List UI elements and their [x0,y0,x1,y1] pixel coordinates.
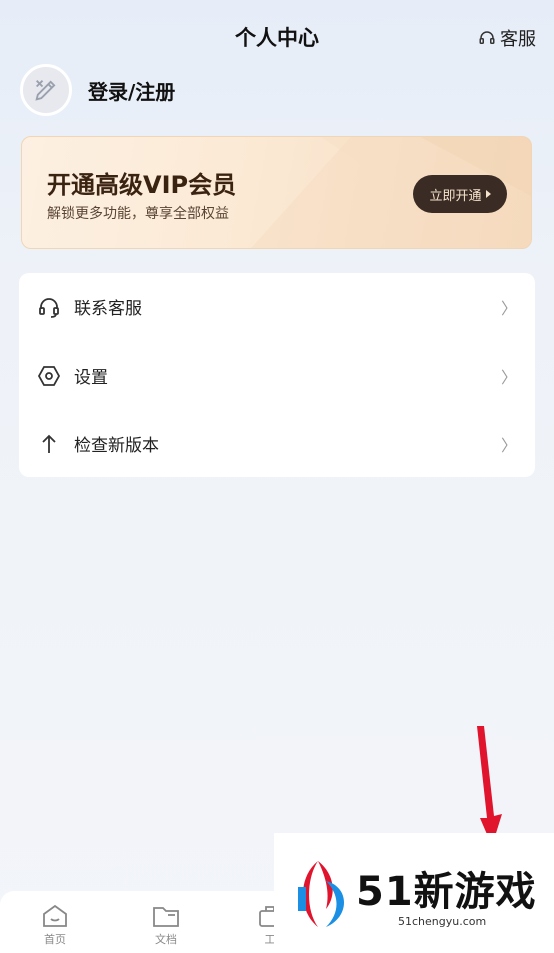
hexagon-settings-icon [37,365,61,386]
menu-item-check-update[interactable]: 检查新版本 〉 [19,410,535,477]
menu-item-label: 设置 [74,368,108,388]
chevron-right-icon: 〉 [500,367,517,387]
tab-documents[interactable]: 文档 [136,903,196,947]
chevron-right-icon: 〉 [500,435,517,455]
folder-icon [153,907,179,927]
customer-service-label: 客服 [500,29,536,50]
menu-list: 联系客服 〉 设置 〉 检查新版本 〉 [19,273,535,477]
tab-label: 首页 [44,933,66,946]
chevron-right-icon: 〉 [500,298,517,318]
vip-subtitle: 解锁更多功能，尊享全部权益 [47,206,229,222]
avatar[interactable] [20,64,72,116]
vip-banner[interactable]: 开通高级VIP会员 解锁更多功能，尊享全部权益 立即开通 [21,136,532,249]
watermark-url: 51chengyu.com [398,915,487,928]
headset-icon [39,297,59,318]
tab-label: 文档 [155,933,177,946]
menu-item-label: 联系客服 [74,299,142,319]
open-vip-label: 立即开通 [429,188,482,204]
home-icon [43,904,67,927]
watermark: 51新游戏 51chengyu.com [274,833,554,953]
tab-home[interactable]: 首页 [25,903,85,947]
menu-item-label: 检查新版本 [74,436,159,456]
vip-title: 开通高级VIP会员 [47,171,237,199]
open-vip-button[interactable]: 立即开通 [413,175,507,213]
pencil-ruler-icon [35,80,56,101]
arrow-up-icon [42,434,56,453]
profile-section[interactable]: 登录/注册 [20,64,175,116]
customer-service-link[interactable]: 客服 [478,25,536,51]
menu-item-settings[interactable]: 设置 〉 [19,342,535,409]
watermark-brand: 51新游戏 [356,869,537,915]
menu-item-contact-service[interactable]: 联系客服 〉 [19,273,535,340]
annotation-arrow [477,726,502,846]
brand-logo [298,861,344,927]
login-register-link[interactable]: 登录/注册 [88,76,175,105]
play-arrow-icon [485,190,491,198]
page-title: 个人中心 [235,26,319,50]
headset-icon [479,31,495,44]
